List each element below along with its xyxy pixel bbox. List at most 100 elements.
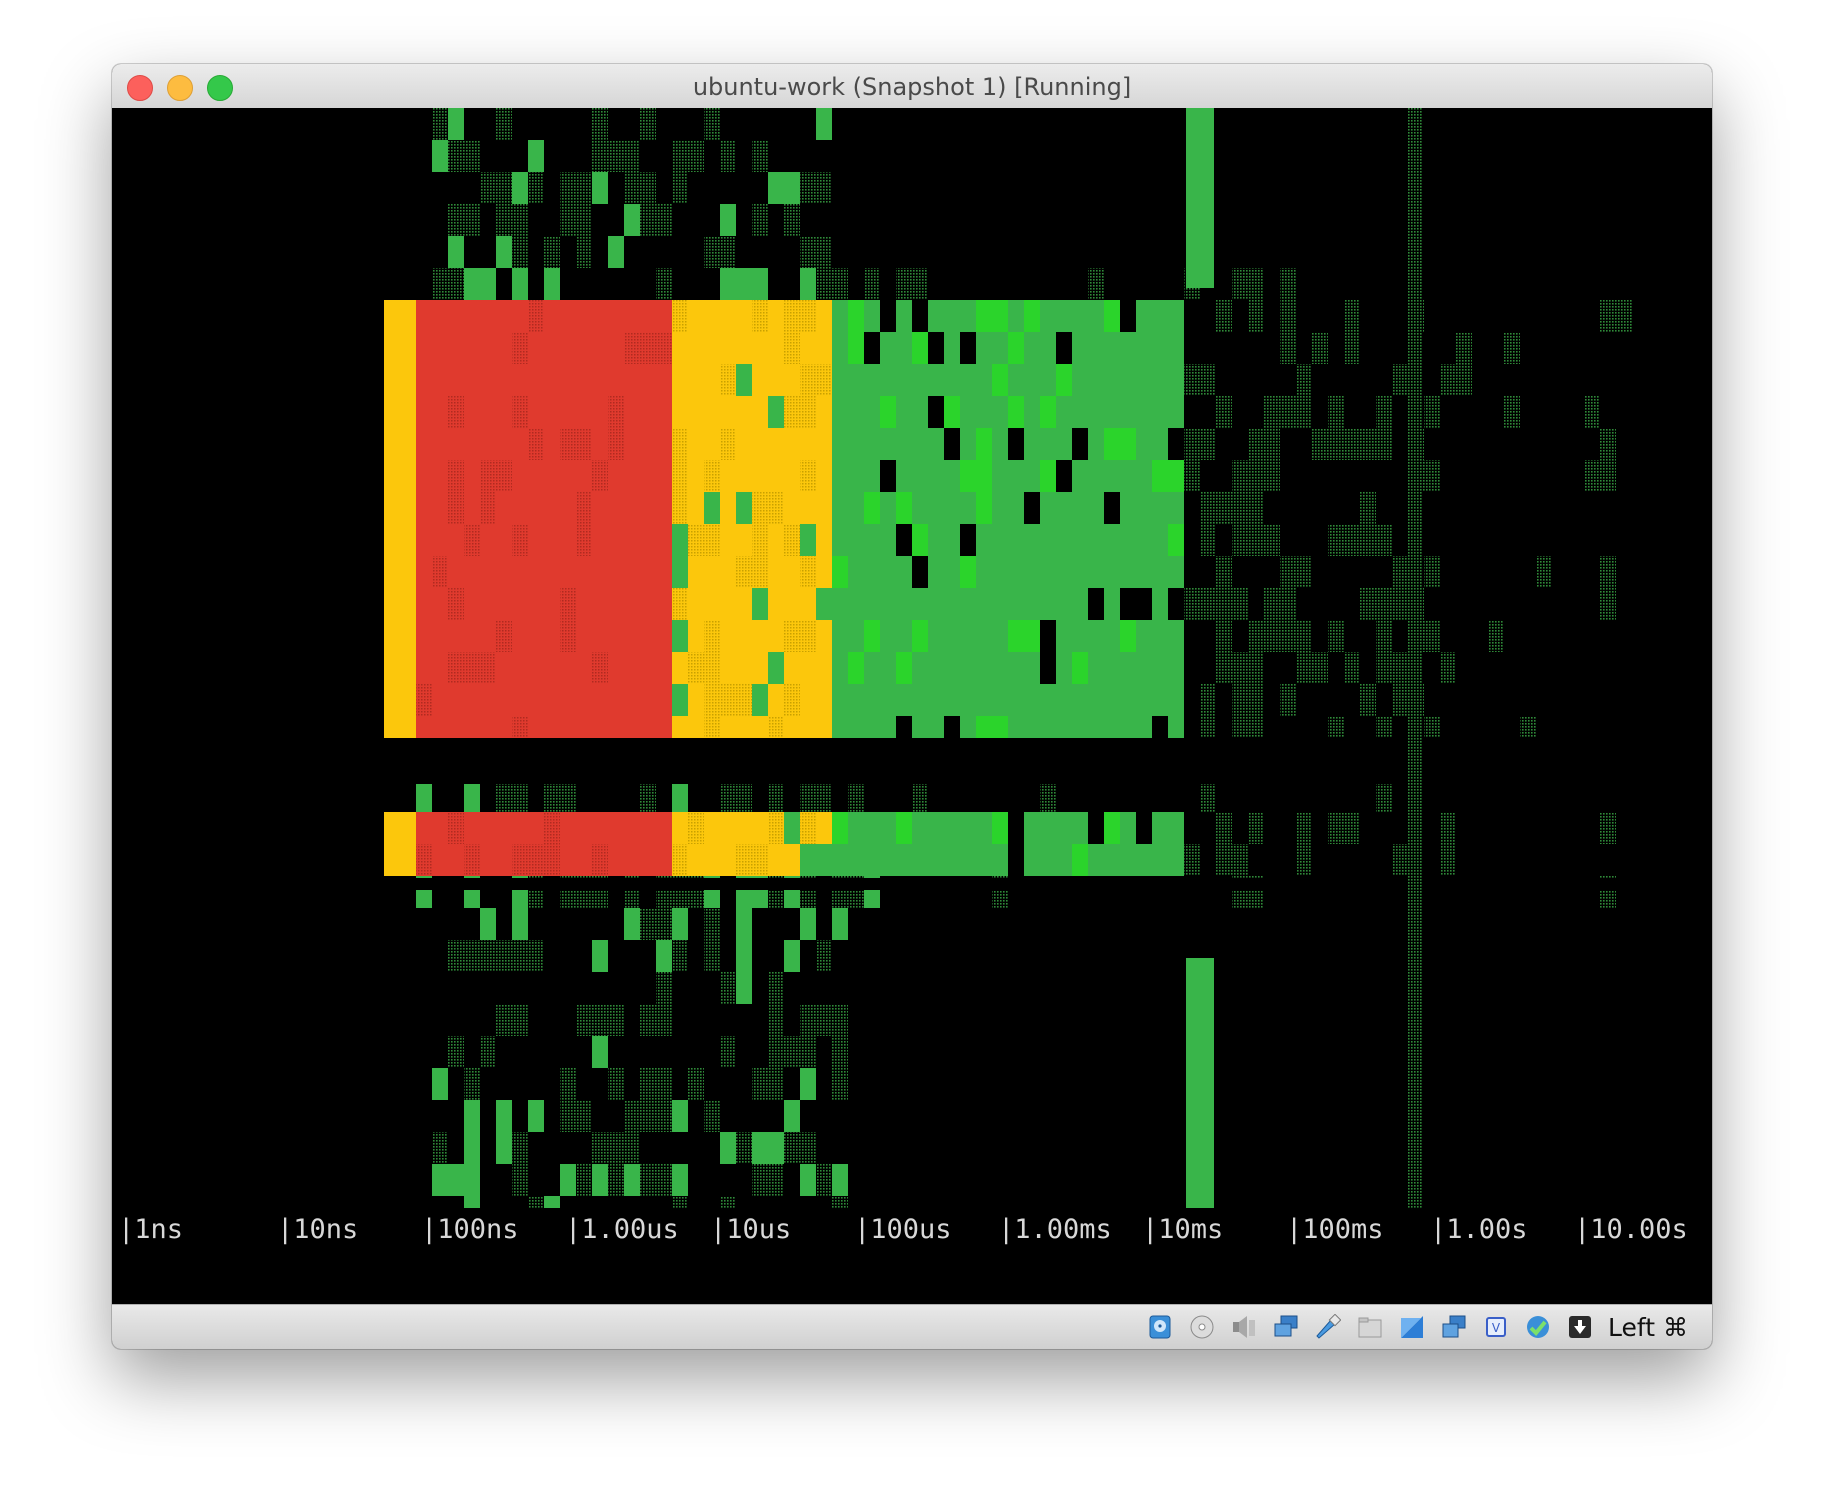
heatmap-cell bbox=[944, 652, 960, 684]
shared-folders-icon[interactable] bbox=[1357, 1314, 1383, 1340]
heatmap-cell bbox=[848, 684, 864, 716]
heatmap-cell bbox=[544, 1196, 560, 1208]
heatmap-cell bbox=[1056, 620, 1072, 652]
heatmap-cell bbox=[656, 396, 672, 428]
heatmap-cell bbox=[544, 236, 560, 268]
heatmap-cell bbox=[1024, 524, 1040, 556]
heatmap-cell bbox=[544, 620, 560, 652]
heatmap-cell bbox=[848, 460, 864, 492]
heatmap-cell bbox=[800, 588, 816, 620]
keyboard-capture-icon[interactable] bbox=[1567, 1314, 1593, 1340]
svg-text:V: V bbox=[1492, 1321, 1501, 1335]
heatmap-cell bbox=[752, 844, 768, 876]
heatmap-cell bbox=[1104, 364, 1120, 396]
heatmap-cell bbox=[592, 684, 608, 716]
heatmap-cell bbox=[464, 1132, 480, 1164]
network-icon[interactable] bbox=[1273, 1314, 1299, 1340]
heatmap-cell bbox=[1072, 588, 1088, 620]
heatmap-cell bbox=[672, 908, 688, 940]
vm-window: ubuntu-work (Snapshot 1) [Running] |1ns … bbox=[112, 64, 1712, 1349]
heatmap-cell bbox=[976, 844, 992, 876]
heatmap-cell bbox=[784, 492, 800, 524]
heatmap-cell bbox=[912, 428, 928, 460]
video-capture-icon[interactable] bbox=[1441, 1314, 1467, 1340]
heatmap-cell bbox=[768, 300, 784, 332]
heatmap-cell bbox=[560, 332, 576, 364]
optical-disk-icon[interactable] bbox=[1189, 1314, 1215, 1340]
heatmap-cell bbox=[1152, 460, 1168, 492]
heatmap-cell bbox=[496, 1100, 512, 1132]
hard-disk-icon[interactable] bbox=[1147, 1314, 1173, 1340]
heatmap-cell bbox=[464, 556, 480, 588]
heatmap-cell bbox=[752, 1132, 768, 1164]
heatmap-cell bbox=[1152, 556, 1168, 588]
heatmap-cell bbox=[736, 812, 752, 844]
heatmap-cell bbox=[592, 556, 608, 588]
heatmap-cell bbox=[832, 556, 848, 588]
heatmap-cell bbox=[1104, 460, 1120, 492]
heatmap-cell bbox=[592, 108, 608, 140]
heatmap-cell bbox=[864, 524, 880, 556]
heatmap-cell bbox=[416, 396, 432, 428]
heatmap-cell bbox=[864, 844, 880, 876]
heatmap-cell bbox=[1024, 844, 1040, 876]
display-icon[interactable] bbox=[1399, 1314, 1425, 1340]
heatmap-cell bbox=[720, 1196, 736, 1208]
heatmap-cell bbox=[480, 588, 496, 620]
heatmap-cell bbox=[1328, 524, 1344, 556]
heatmap-cell bbox=[720, 1132, 736, 1164]
heatmap-cell bbox=[432, 1132, 448, 1164]
heatmap-cell bbox=[1024, 812, 1040, 844]
heatmap-cell bbox=[992, 364, 1008, 396]
heatmap-cell bbox=[688, 428, 704, 460]
heatmap-cell bbox=[848, 364, 864, 396]
heatmap-cell bbox=[480, 908, 496, 940]
heatmap-cell bbox=[704, 684, 720, 716]
heatmap-cell bbox=[432, 844, 448, 876]
heatmap-cell bbox=[624, 492, 640, 524]
heatmap-cell bbox=[592, 1036, 608, 1068]
heatmap-cell bbox=[1040, 492, 1056, 524]
heatmap-cell bbox=[864, 364, 880, 396]
heatmap-cell bbox=[592, 300, 608, 332]
heatmap-cell bbox=[1216, 620, 1232, 652]
heatmap-cell bbox=[928, 364, 944, 396]
heatmap-cell bbox=[1392, 364, 1408, 396]
heatmap-cell bbox=[1056, 812, 1072, 844]
axis-tick-label: |10.00s bbox=[1574, 1214, 1688, 1245]
heatmap-cell bbox=[1088, 268, 1104, 300]
heatmap-cell bbox=[1376, 396, 1392, 428]
heatmap-cell bbox=[384, 652, 400, 684]
heatmap-cell bbox=[976, 364, 992, 396]
title-bar[interactable]: ubuntu-work (Snapshot 1) [Running] bbox=[112, 64, 1712, 109]
heatmap-cell bbox=[896, 684, 912, 716]
axis-tick-label: |100ns bbox=[421, 1214, 519, 1245]
audio-icon[interactable] bbox=[1231, 1314, 1257, 1340]
heatmap-cell bbox=[752, 652, 768, 684]
heatmap-cell bbox=[848, 492, 864, 524]
guest-additions-icon[interactable] bbox=[1525, 1314, 1551, 1340]
heatmap-cell bbox=[512, 620, 528, 652]
heatmap-cell bbox=[1056, 556, 1072, 588]
heatmap-cell bbox=[752, 204, 768, 236]
heatmap-cell bbox=[1232, 492, 1248, 524]
heatmap-cell bbox=[880, 652, 896, 684]
heatmap-cell bbox=[448, 652, 464, 684]
cpu-icon[interactable]: V bbox=[1483, 1314, 1509, 1340]
vm-screen[interactable]: |1ns |10ns |100ns |1.00us |10us |100us |… bbox=[112, 108, 1712, 1304]
heatmap-cell bbox=[832, 428, 848, 460]
heatmap-cell bbox=[992, 684, 1008, 716]
heatmap-cell bbox=[656, 492, 672, 524]
heatmap-cell bbox=[912, 556, 928, 588]
heatmap-cell bbox=[544, 364, 560, 396]
usb-icon[interactable] bbox=[1315, 1314, 1341, 1340]
heatmap-cell bbox=[832, 1164, 848, 1196]
heatmap-cell bbox=[800, 780, 816, 812]
heatmap-cell bbox=[416, 428, 432, 460]
heatmap-cell bbox=[592, 396, 608, 428]
heatmap-cell bbox=[736, 396, 752, 428]
heatmap-cell bbox=[1072, 652, 1088, 684]
heatmap-cell bbox=[528, 428, 544, 460]
heatmap-cell bbox=[480, 620, 496, 652]
heatmap-cell bbox=[928, 332, 944, 364]
